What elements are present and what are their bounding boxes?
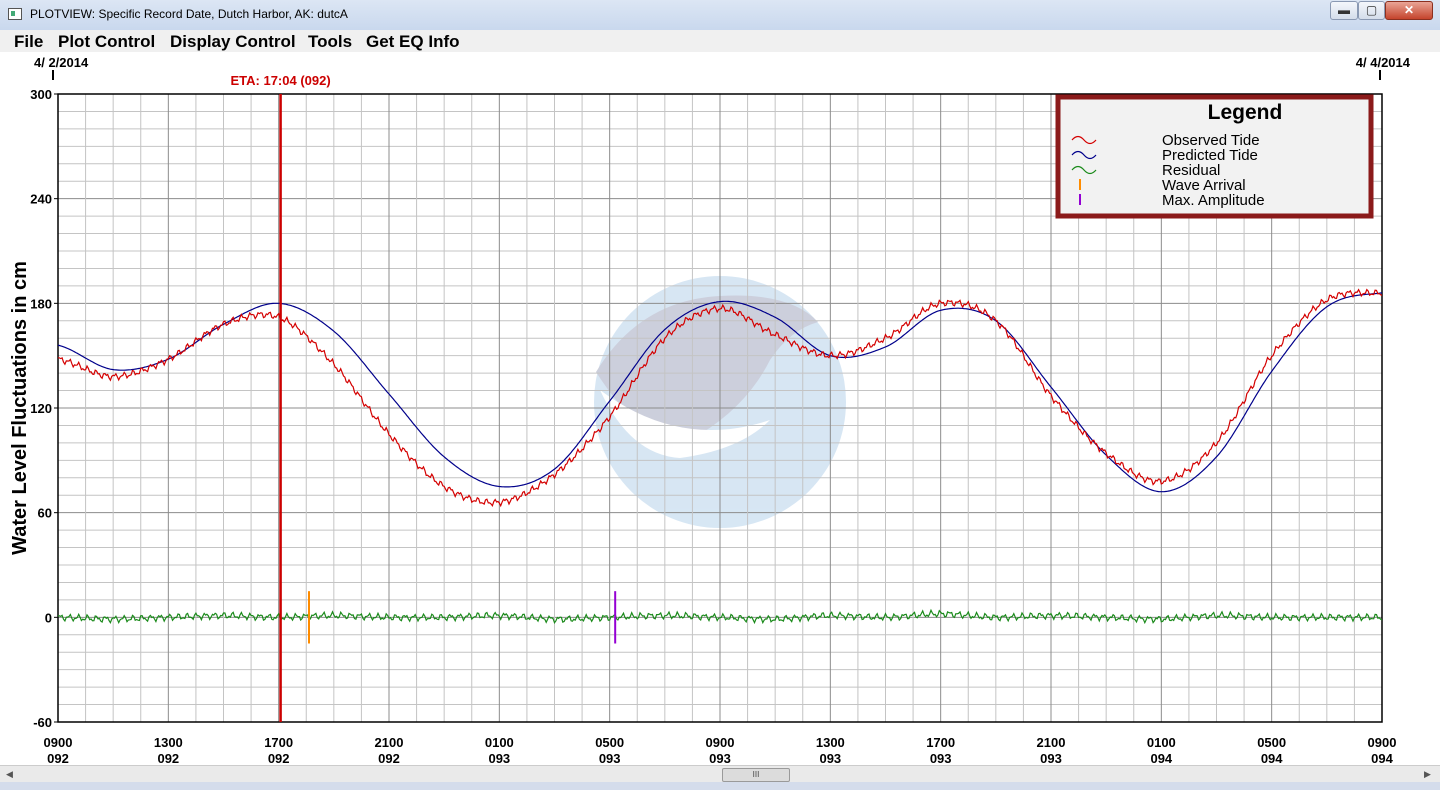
date-end-label: 4/ 4/2014 (1356, 55, 1411, 70)
x-tick-day: 093 (1040, 751, 1062, 765)
x-tick-day: 093 (930, 751, 952, 765)
x-tick-time: 1300 (154, 735, 183, 750)
maximize-button[interactable]: ▢ (1358, 1, 1385, 20)
x-tick-time: 0900 (706, 735, 735, 750)
menu-get-eq-info[interactable]: Get EQ Info (366, 32, 460, 52)
horizontal-scrollbar[interactable]: ◀ III ▶ (0, 765, 1440, 783)
tide-chart[interactable]: -60060120180240300 090009213000921700092… (0, 52, 1440, 766)
x-tick-time: 0100 (1147, 735, 1176, 750)
x-tick-day: 092 (47, 751, 69, 765)
x-axis-ticks: 0900092130009217000922100092010009305000… (44, 735, 1397, 766)
scroll-right-arrow[interactable]: ▶ (1420, 767, 1435, 782)
date-start-label: 4/ 2/2014 (34, 55, 89, 70)
x-tick-time: 2100 (375, 735, 404, 750)
y-axis-label: Water Level Fluctuations in cm (9, 261, 31, 555)
menu-tools[interactable]: Tools (308, 32, 352, 52)
x-tick-time: 0500 (595, 735, 624, 750)
scroll-thumb[interactable]: III (722, 768, 790, 782)
y-tick-label: 180 (30, 296, 52, 311)
y-tick-label: 60 (38, 506, 52, 521)
x-tick-day: 092 (378, 751, 400, 765)
x-tick-day: 092 (157, 751, 179, 765)
close-button[interactable]: ✕ (1385, 1, 1433, 20)
x-tick-time: 2100 (1037, 735, 1066, 750)
legend: Legend Observed TidePredicted TideResidu… (1055, 94, 1374, 219)
x-tick-day: 093 (709, 751, 731, 765)
legend-title: Legend (1208, 101, 1283, 124)
minimize-button[interactable]: ▬ (1330, 1, 1358, 20)
x-tick-day: 092 (268, 751, 290, 765)
x-tick-time: 0100 (485, 735, 514, 750)
eta-label: ETA: 17:04 (092) (231, 73, 331, 88)
x-tick-time: 1300 (816, 735, 845, 750)
menu-display-control[interactable]: Display Control (170, 32, 296, 52)
x-tick-day: 093 (819, 751, 841, 765)
y-axis-ticks: -60 0 60 120 180 240 300 (30, 87, 58, 730)
x-tick-time: 0900 (1368, 735, 1397, 750)
app-icon (8, 8, 22, 20)
x-tick-day: 094 (1150, 751, 1172, 765)
y-tick-label: 300 (30, 87, 52, 102)
menu-bar: File Plot Control Display Control Tools … (0, 30, 1440, 52)
plot-frame: -60 0 60 120 180 240 300 0900 092 1300 092 1700 092… (0, 52, 1440, 766)
window-title: PLOTVIEW: Specific Record Date, Dutch Ha… (30, 7, 348, 21)
legend-entry-label: Max. Amplitude (1162, 192, 1265, 209)
x-tick-time: 1700 (926, 735, 955, 750)
scroll-left-arrow[interactable]: ◀ (2, 767, 17, 782)
x-tick-day: 094 (1261, 751, 1283, 765)
x-tick-time: 1700 (264, 735, 293, 750)
menu-file[interactable]: File (14, 32, 43, 52)
title-bar: PLOTVIEW: Specific Record Date, Dutch Ha… (0, 0, 1440, 31)
x-tick-day: 094 (1371, 751, 1393, 765)
y-tick-label: 240 (30, 192, 52, 207)
x-tick-day: 093 (599, 751, 621, 765)
x-tick-time: 0900 (44, 735, 73, 750)
y-tick-label: 120 (30, 401, 52, 416)
x-tick-time: 0500 (1257, 735, 1286, 750)
x-tick-day: 093 (488, 751, 510, 765)
menu-plot-control[interactable]: Plot Control (58, 32, 155, 52)
y-tick-label: 0 (45, 610, 52, 625)
y-tick-label: -60 (33, 715, 52, 730)
window-bottom-edge (0, 782, 1440, 790)
